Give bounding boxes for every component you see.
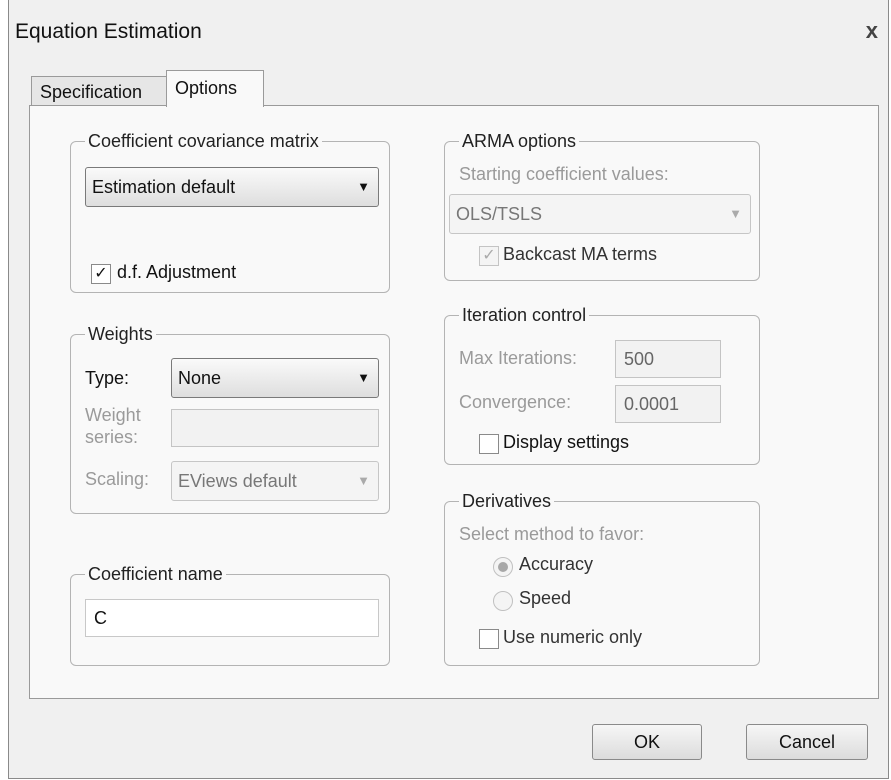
arma-options-legend: ARMA options bbox=[459, 129, 580, 153]
accuracy-label: Accuracy bbox=[519, 554, 594, 574]
use-numeric-checkbox[interactable] bbox=[479, 629, 499, 649]
weights-legend: Weights bbox=[85, 322, 156, 346]
covariance-group: Coefficient covariance matrix Estimation… bbox=[70, 129, 390, 293]
speed-label: Speed bbox=[519, 588, 572, 608]
arma-options-group: ARMA options Starting coefficient values… bbox=[444, 129, 760, 281]
covariance-legend: Coefficient covariance matrix bbox=[85, 129, 322, 153]
tab-specification[interactable]: Specification bbox=[31, 76, 167, 106]
tab-options[interactable]: Options bbox=[166, 70, 264, 107]
title-bar: Equation Estimation x bbox=[9, 0, 888, 64]
backcast-checkbox: ✓ bbox=[479, 246, 499, 266]
scaling-dropdown: EViews default ▼ bbox=[171, 461, 379, 501]
use-numeric-label: Use numeric only bbox=[503, 627, 643, 647]
weights-type-dropdown[interactable]: None ▼ bbox=[171, 358, 379, 398]
coefficient-name-group: Coefficient name C bbox=[70, 562, 390, 666]
weight-series-input bbox=[171, 409, 379, 447]
convergence-input: 0.0001 bbox=[615, 385, 721, 423]
starting-values-dropdown: OLS/TSLS ▼ bbox=[449, 194, 751, 234]
weights-type-value: None bbox=[178, 368, 222, 388]
iteration-control-legend: Iteration control bbox=[459, 303, 590, 327]
weight-series-label-line2: series: bbox=[85, 427, 139, 447]
dropdown-arrow-icon: ▼ bbox=[357, 473, 370, 488]
scaling-label: Scaling: bbox=[85, 469, 150, 489]
cancel-button[interactable]: Cancel bbox=[746, 724, 868, 760]
covariance-dropdown[interactable]: Estimation default ▼ bbox=[85, 167, 379, 207]
options-panel: Coefficient covariance matrix Estimation… bbox=[29, 105, 879, 699]
dropdown-arrow-icon: ▼ bbox=[729, 206, 742, 221]
coefficient-name-input[interactable]: C bbox=[85, 599, 379, 637]
accuracy-radio bbox=[493, 557, 513, 577]
derivatives-legend: Derivatives bbox=[459, 489, 555, 513]
weights-type-label: Type: bbox=[85, 368, 130, 388]
speed-radio bbox=[493, 591, 513, 611]
coefficient-name-legend: Coefficient name bbox=[85, 562, 226, 586]
equation-estimation-dialog: Equation Estimation x Specification Opti… bbox=[8, 0, 889, 779]
derivatives-group: Derivatives Select method to favor: Accu… bbox=[444, 489, 760, 666]
dropdown-arrow-icon: ▼ bbox=[357, 370, 370, 385]
weight-series-label-line1: Weight bbox=[85, 405, 141, 425]
starting-values-value: OLS/TSLS bbox=[456, 204, 543, 224]
covariance-value: Estimation default bbox=[92, 177, 236, 197]
scaling-value: EViews default bbox=[178, 471, 297, 491]
convergence-label: Convergence: bbox=[459, 392, 572, 412]
select-method-label: Select method to favor: bbox=[459, 524, 645, 544]
dialog-title: Equation Estimation bbox=[15, 20, 202, 43]
starting-values-label: Starting coefficient values: bbox=[459, 164, 669, 184]
dropdown-arrow-icon: ▼ bbox=[357, 179, 370, 194]
df-adjustment-label: d.f. Adjustment bbox=[117, 262, 237, 282]
iteration-control-group: Iteration control Max Iterations: 500 Co… bbox=[444, 303, 760, 465]
display-settings-label: Display settings bbox=[503, 432, 630, 452]
max-iterations-input: 500 bbox=[615, 340, 721, 378]
max-iterations-label: Max Iterations: bbox=[459, 348, 578, 368]
close-icon[interactable]: x bbox=[866, 18, 878, 44]
ok-button[interactable]: OK bbox=[592, 724, 702, 760]
df-adjustment-checkbox[interactable]: ✓ bbox=[91, 264, 111, 284]
weights-group: Weights Type: None ▼ Weight series: Scal… bbox=[70, 322, 390, 514]
display-settings-checkbox[interactable] bbox=[479, 434, 499, 454]
backcast-label: Backcast MA terms bbox=[503, 244, 658, 264]
